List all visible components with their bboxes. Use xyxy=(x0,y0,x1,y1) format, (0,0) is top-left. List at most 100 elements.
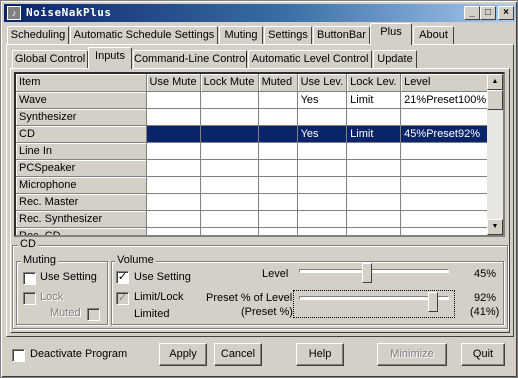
muting-muted-checkbox[interactable] xyxy=(87,308,100,321)
tab-buttonbar[interactable]: ButtonBar xyxy=(313,26,370,45)
table-row[interactable]: Rec. CD xyxy=(16,227,495,235)
quit-button[interactable]: Quit xyxy=(461,343,505,366)
grid-cell-muted[interactable] xyxy=(258,193,298,211)
grid-cell-use-mute[interactable] xyxy=(146,176,201,194)
grid-cell-level[interactable] xyxy=(400,142,495,160)
grid-cell-use-lev[interactable]: Yes xyxy=(297,91,348,109)
tab-update[interactable]: Update xyxy=(373,50,417,69)
grid-cell-lock-lev[interactable] xyxy=(346,108,402,126)
grid-cell-muted[interactable] xyxy=(258,176,298,194)
column-header-use-mute[interactable]: Use Mute xyxy=(146,74,201,92)
apply-button[interactable]: Apply xyxy=(159,343,207,366)
title-bar[interactable]: ♪ NoiseNakPlus _ □ × xyxy=(4,4,516,22)
grid-cell-lock-lev[interactable] xyxy=(346,142,402,160)
grid-cell-level[interactable]: 45%Preset92% xyxy=(400,125,495,143)
volume-use-setting-label[interactable]: Use Setting xyxy=(134,271,191,283)
column-header-level[interactable]: Level xyxy=(400,74,495,92)
app-icon[interactable]: ♪ xyxy=(7,6,21,20)
grid-cell-muted[interactable] xyxy=(258,210,298,228)
table-row[interactable]: Rec. Synthesizer xyxy=(16,210,495,228)
grid-vertical-scrollbar[interactable]: ▲ ▼ xyxy=(487,74,503,235)
scroll-up-icon[interactable]: ▲ xyxy=(487,74,503,90)
preset-slider[interactable] xyxy=(299,292,449,316)
minimize-window-button[interactable]: _ xyxy=(464,6,480,20)
table-row[interactable]: Synthesizer xyxy=(16,108,495,126)
grid-cell-lock-mute[interactable] xyxy=(200,193,259,211)
grid-cell-lock-mute[interactable] xyxy=(200,227,259,235)
grid-cell-use-lev[interactable] xyxy=(297,210,348,228)
grid-cell-lock-lev[interactable] xyxy=(346,227,402,235)
grid-cell-muted[interactable] xyxy=(258,142,298,160)
column-header-item[interactable]: Item xyxy=(16,74,147,92)
grid-cell-lock-lev[interactable] xyxy=(346,176,402,194)
grid-cell-lock-mute[interactable] xyxy=(200,142,259,160)
grid-cell-use-mute[interactable] xyxy=(146,159,201,177)
muting-lock-checkbox[interactable] xyxy=(23,292,36,305)
grid-cell-level[interactable] xyxy=(400,193,495,211)
close-window-button[interactable]: × xyxy=(498,6,514,20)
tab-automatic-schedule-settings[interactable]: Automatic Schedule Settings xyxy=(70,26,218,45)
minimize-button[interactable]: Minimize xyxy=(377,343,447,366)
table-row[interactable]: CD Yes Limit 45%Preset92% xyxy=(16,125,495,143)
grid-cell-muted[interactable] xyxy=(258,159,298,177)
grid-cell-use-mute[interactable] xyxy=(146,142,201,160)
grid-cell-muted[interactable] xyxy=(258,91,298,109)
tab-plus[interactable]: Plus xyxy=(370,23,412,45)
grid-cell-muted[interactable] xyxy=(258,125,298,143)
row-header-cell[interactable]: Rec. Master xyxy=(16,193,147,211)
grid-cell-use-mute[interactable] xyxy=(146,193,201,211)
grid-cell-use-lev[interactable] xyxy=(297,193,348,211)
grid-cell-lock-lev[interactable]: Limit xyxy=(346,125,402,143)
tab-automatic-level-control[interactable]: Automatic Level Control xyxy=(248,50,372,69)
deactivate-program-label[interactable]: Deactivate Program xyxy=(30,348,127,360)
grid-cell-use-lev[interactable] xyxy=(297,108,348,126)
table-row[interactable]: PCSpeaker xyxy=(16,159,495,177)
deactivate-program-checkbox[interactable] xyxy=(12,349,25,362)
grid-cell-lock-mute[interactable] xyxy=(200,91,259,109)
grid-cell-use-mute[interactable] xyxy=(146,91,201,109)
grid-cell-use-lev[interactable] xyxy=(297,142,348,160)
row-header-cell[interactable]: Line In xyxy=(16,142,147,160)
grid-cell-use-mute[interactable] xyxy=(146,210,201,228)
table-row[interactable]: Wave Yes Limit 21%Preset100% xyxy=(16,91,495,109)
level-slider-thumb[interactable] xyxy=(362,263,372,283)
tab-settings[interactable]: Settings xyxy=(264,26,312,45)
tab-command-line-control[interactable]: Command-Line Control xyxy=(133,50,248,69)
column-header-lock-mute[interactable]: Lock Mute xyxy=(200,74,259,92)
help-button[interactable]: Help xyxy=(296,343,344,366)
grid-cell-lock-mute[interactable] xyxy=(200,210,259,228)
tab-about[interactable]: About xyxy=(413,26,454,45)
grid-cell-use-lev[interactable] xyxy=(297,227,348,235)
row-header-cell[interactable]: Rec. Synthesizer xyxy=(16,210,147,228)
tab-scheduling[interactable]: Scheduling xyxy=(7,26,69,45)
scroll-down-icon[interactable]: ▼ xyxy=(487,219,503,235)
grid-cell-lock-lev[interactable]: Limit xyxy=(346,91,402,109)
grid-cell-use-lev[interactable]: Yes xyxy=(297,125,348,143)
grid-cell-lock-lev[interactable] xyxy=(346,159,402,177)
grid-cell-lock-lev[interactable] xyxy=(346,193,402,211)
column-header-use-lev[interactable]: Use Lev. xyxy=(297,74,348,92)
grid-cell-use-mute[interactable] xyxy=(146,125,201,143)
table-row[interactable]: Line In xyxy=(16,142,495,160)
muting-use-setting-label[interactable]: Use Setting xyxy=(40,271,97,283)
grid-cell-muted[interactable] xyxy=(258,227,298,235)
row-header-cell[interactable]: Synthesizer xyxy=(16,108,147,126)
row-header-cell[interactable]: PCSpeaker xyxy=(16,159,147,177)
preset-slider-thumb[interactable] xyxy=(428,292,438,312)
cancel-button[interactable]: Cancel xyxy=(214,343,262,366)
grid-cell-level[interactable]: 21%Preset100% xyxy=(400,91,495,109)
row-header-cell[interactable]: CD xyxy=(16,125,147,143)
row-header-cell[interactable]: Microphone xyxy=(16,176,147,194)
table-row[interactable]: Microphone xyxy=(16,176,495,194)
table-row[interactable]: Rec. Master xyxy=(16,193,495,211)
grid-cell-level[interactable] xyxy=(400,227,495,235)
row-header-cell[interactable]: Rec. CD xyxy=(16,227,147,235)
tab-global-control[interactable]: Global Control xyxy=(12,50,88,69)
grid-cell-use-lev[interactable] xyxy=(297,159,348,177)
volume-limit-lock-label[interactable]: Limit/Lock xyxy=(134,291,184,303)
volume-use-setting-checkbox[interactable]: ✓ xyxy=(116,271,129,284)
column-header-muted[interactable]: Muted xyxy=(258,74,298,92)
grid-cell-level[interactable] xyxy=(400,159,495,177)
column-header-lock-lev[interactable]: Lock Lev. xyxy=(346,74,402,92)
grid-cell-use-mute[interactable] xyxy=(146,108,201,126)
